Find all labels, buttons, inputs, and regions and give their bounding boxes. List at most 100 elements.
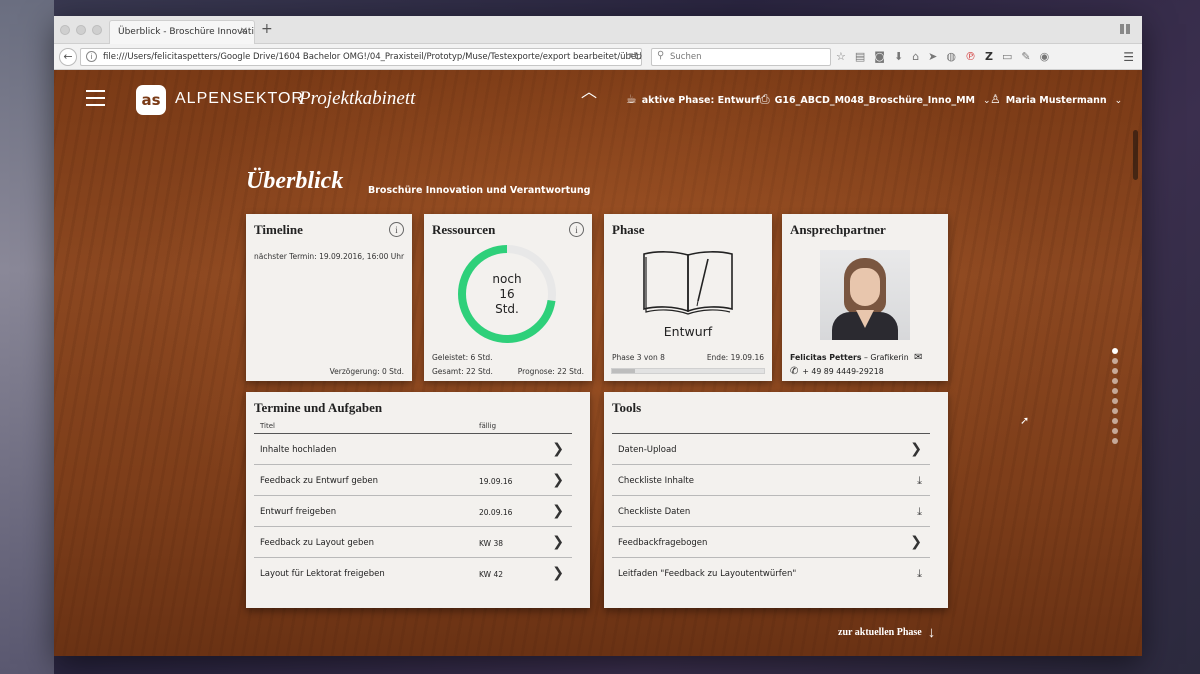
tool-row[interactable]: Daten-Upload ❯ <box>612 434 930 465</box>
search-input[interactable]: ⚲ Suchen <box>651 48 831 66</box>
contact-card[interactable]: Ansprechpartner Felicitas Petters – Graf… <box>782 214 948 381</box>
reload-button[interactable]: ↻ <box>628 48 648 66</box>
contact-name: Felicitas Petters <box>790 353 862 362</box>
task-row[interactable]: Layout für Lektorat freigeben KW 42 ❯ <box>254 558 572 589</box>
timeline-card[interactable]: Timeline i nächster Termin: 19.09.2016, … <box>246 214 412 381</box>
globe-icon[interactable]: ◍ <box>946 50 956 64</box>
zotero-icon[interactable]: Z <box>985 50 993 64</box>
col-title: Titel <box>260 422 276 430</box>
close-window-button[interactable] <box>60 25 70 35</box>
tab-overview-icon[interactable] <box>1120 24 1130 34</box>
pinterest-icon[interactable]: ℗ <box>965 50 976 64</box>
task-label: Feedback zu Layout geben <box>260 538 374 548</box>
contact-name-line: Felicitas Petters – Grafikerin ✉ <box>790 352 923 363</box>
pagination-dot[interactable] <box>1112 378 1118 384</box>
contact-phone-line[interactable]: ✆ + 49 89 4449-29218 <box>790 366 884 377</box>
user-icon: ♙ <box>990 92 1001 106</box>
collapse-chevron-icon[interactable]: ︿ <box>581 78 597 102</box>
next-appointment: nächster Termin: 19.09.2016, 16:00 Uhr <box>254 252 405 261</box>
browser-menu-icon[interactable]: ☰ <box>1123 50 1134 64</box>
next-phase-link[interactable]: zur aktuellen Phase ↓ <box>838 625 935 642</box>
card-title: Tools <box>612 400 642 415</box>
close-tab-icon[interactable]: ✕ <box>240 26 248 37</box>
pocket-icon[interactable]: ◙ <box>874 50 885 64</box>
arrow-right-icon: ❯ <box>910 441 922 457</box>
task-due: KW 42 <box>479 570 503 579</box>
task-label: Feedback zu Entwurf geben <box>260 476 378 486</box>
project-selector[interactable]: ⎙ G16_ABCD_M048_Broschüre_Inno_MM ⌄ <box>760 92 991 107</box>
browser-window: Überblick - Broschüre Innovatio… ✕ + ← i… <box>54 16 1142 656</box>
task-due: 20.09.16 <box>479 508 513 517</box>
logo-icon[interactable]: as <box>136 85 166 115</box>
phase-card[interactable]: Phase Entwurf Phase 3 von 8 Ende: 19.09.… <box>604 214 772 381</box>
info-icon[interactable]: i <box>569 222 584 237</box>
project-label: G16_ABCD_M048_Broschüre_Inno_MM <box>774 95 975 106</box>
arrow-right-icon: ❯ <box>552 534 564 550</box>
maximize-window-button[interactable] <box>92 25 102 35</box>
phase-progress-label: Phase 3 von 8 <box>612 353 665 362</box>
addon-icon[interactable]: ◉ <box>1040 50 1050 64</box>
task-row[interactable]: Inhalte hochladen ❯ <box>254 434 572 465</box>
send-icon[interactable]: ➤ <box>928 50 937 64</box>
download-toolbar-icon[interactable]: ⬇ <box>894 50 903 64</box>
resources-card[interactable]: Ressourcen i noch 16 Std. Geleistet: 6 S… <box>424 214 592 381</box>
back-button[interactable]: ← <box>59 48 77 66</box>
pagination-dot[interactable] <box>1112 438 1118 444</box>
pagination-dot[interactable] <box>1112 408 1118 414</box>
card-title: Phase <box>612 222 645 237</box>
pagination-dot[interactable] <box>1112 348 1118 354</box>
active-phase-indicator[interactable]: ☕ aktive Phase: Entwurf <box>626 92 760 106</box>
browser-toolbar: ☆ ▤ ◙ ⬇ ⌂ ➤ ◍ ℗ Z ▭ ✎ ◉ <box>836 50 1049 64</box>
task-label: Entwurf freigeben <box>260 507 337 517</box>
info-icon[interactable]: i <box>389 222 404 237</box>
pagination-dot[interactable] <box>1112 388 1118 394</box>
hours-forecast: Prognose: 22 Std. <box>517 367 584 376</box>
minimize-window-button[interactable] <box>76 25 86 35</box>
eyedropper-icon[interactable]: ✎ <box>1021 50 1030 64</box>
bookmark-star-icon[interactable]: ☆ <box>836 50 846 64</box>
tool-row[interactable]: Leitfaden "Feedback zu Layoutentwürfen" ⤓ <box>612 558 930 589</box>
pagination-dot[interactable] <box>1112 418 1118 424</box>
download-icon: ⤓ <box>917 474 922 487</box>
tool-row[interactable]: Checkliste Daten ⤓ <box>612 496 930 527</box>
hamburger-menu-icon[interactable] <box>86 90 105 106</box>
phase-end-label: Ende: 19.09.16 <box>706 353 764 362</box>
arrow-right-icon: ❯ <box>552 565 564 581</box>
arrow-down-icon: ↓ <box>927 625 936 641</box>
tools-list: Daten-Upload ❯ Checkliste Inhalte ⤓ Checkl… <box>612 422 930 589</box>
task-row[interactable]: Feedback zu Layout geben KW 38 ❯ <box>254 527 572 558</box>
info-icon[interactable]: i <box>86 51 97 62</box>
col-due: fällig <box>479 422 497 430</box>
chevron-down-icon: ⌄ <box>1114 96 1123 106</box>
url-bar[interactable]: i file:///Users/felicitaspetters/Google … <box>80 48 642 66</box>
active-phase-label: aktive Phase: Entwurf <box>641 95 760 106</box>
mail-icon[interactable]: ✉ <box>914 352 922 363</box>
product-name[interactable]: Projektkabinett <box>299 88 415 110</box>
new-tab-button[interactable]: + <box>261 21 273 37</box>
task-row[interactable]: Feedback zu Entwurf geben 19.09.16 ❯ <box>254 465 572 496</box>
ring-line-2: 16 <box>499 287 515 301</box>
brand-name[interactable]: ALPENSEKTOR <box>175 90 304 108</box>
tasks-list-header: Titel fällig <box>254 422 572 434</box>
tool-row[interactable]: Checkliste Inhalte ⤓ <box>612 465 930 496</box>
task-row[interactable]: Entwurf freigeben 20.09.16 ❯ <box>254 496 572 527</box>
download-icon: ⤓ <box>917 505 922 518</box>
printer-icon: ⎙ <box>760 92 770 106</box>
tasks-list: Titel fällig Inhalte hochladen ❯ Feedback… <box>254 422 572 589</box>
page-scrollbar[interactable] <box>1133 130 1138 180</box>
contact-photo <box>820 250 910 340</box>
search-icon: ⚲ <box>657 50 665 61</box>
notes-icon[interactable]: ▭ <box>1002 50 1012 64</box>
user-menu[interactable]: ♙ Maria Mustermann ⌄ <box>990 92 1122 106</box>
browser-tab[interactable]: Überblick - Broschüre Innovatio… ✕ <box>109 20 255 44</box>
home-icon[interactable]: ⌂ <box>912 50 919 64</box>
clipboard-icon[interactable]: ▤ <box>855 50 865 64</box>
tool-row[interactable]: Feedbackfragebogen ❯ <box>612 527 930 558</box>
ring-line-3: Std. <box>495 302 519 316</box>
next-phase-label: zur aktuellen Phase <box>838 627 922 638</box>
pagination-dot[interactable] <box>1112 358 1118 364</box>
pagination-dot[interactable] <box>1112 428 1118 434</box>
pagination-dot[interactable] <box>1112 398 1118 404</box>
tool-label: Feedbackfragebogen <box>618 538 708 548</box>
pagination-dot[interactable] <box>1112 368 1118 374</box>
